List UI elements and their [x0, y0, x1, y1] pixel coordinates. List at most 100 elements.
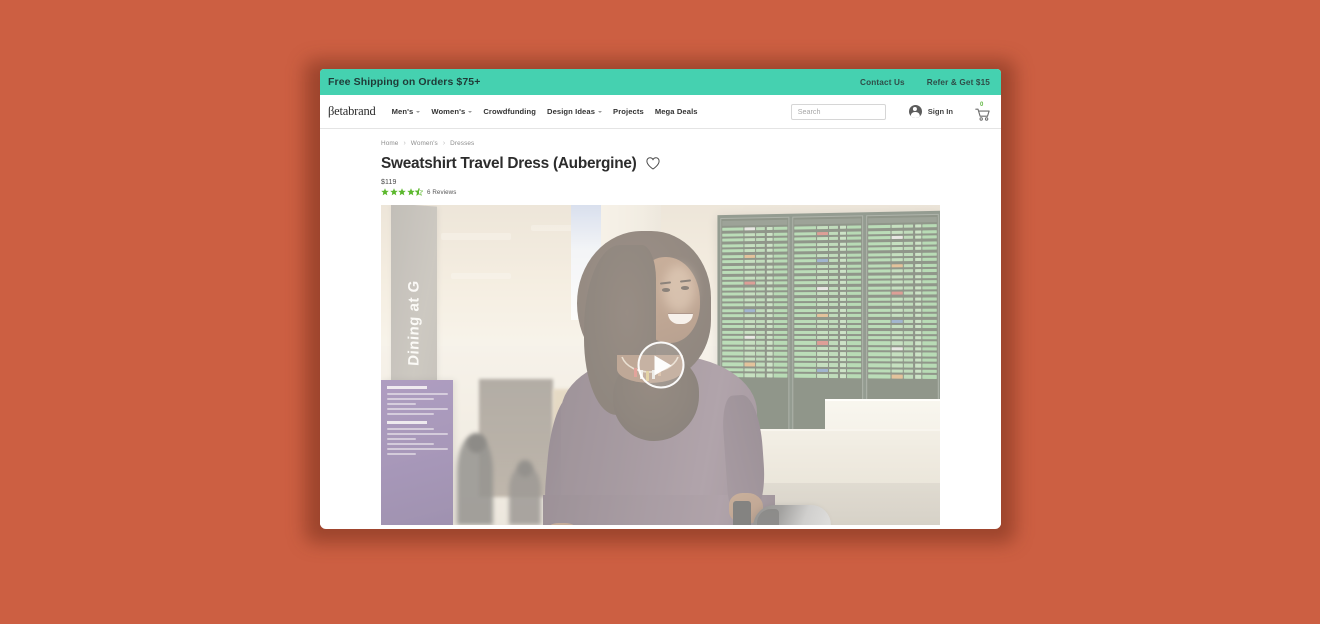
- shopping-cart-button[interactable]: 0: [975, 102, 991, 121]
- departure-board-cell: [891, 319, 903, 324]
- star-rating[interactable]: [381, 188, 423, 197]
- main-navigation: βetabrand Men's Women's Crowdfunding Des…: [320, 95, 1001, 129]
- departure-board-cell: [722, 314, 744, 318]
- departure-board-cell: [914, 319, 922, 324]
- departure-board-cell: [773, 281, 788, 286]
- departure-board-row: [794, 363, 862, 368]
- departure-board-row: [722, 357, 788, 362]
- departure-board-cell: [766, 298, 773, 302]
- departure-board-row: [868, 263, 937, 268]
- departure-board-cell: [914, 252, 922, 257]
- departure-board-row: [794, 259, 862, 264]
- departure-board-row: [794, 358, 862, 363]
- departure-board-cell: [922, 330, 937, 335]
- departure-board-cell: [891, 369, 903, 374]
- play-video-button[interactable]: [637, 341, 684, 389]
- departure-board-cell: [817, 232, 829, 236]
- sign-in-link[interactable]: Sign In: [928, 107, 953, 116]
- departure-board-cell: [744, 325, 756, 329]
- departure-board-cell: [794, 363, 816, 367]
- departure-board-cell: [744, 309, 756, 313]
- refer-and-get-link[interactable]: Refer & Get $15: [927, 78, 990, 87]
- departure-board-row: [722, 314, 788, 318]
- reviews-count-link[interactable]: 6 Reviews: [427, 189, 456, 196]
- nav-item-projects[interactable]: Projects: [613, 107, 644, 116]
- departure-board-cell: [839, 325, 846, 329]
- breadcrumb-item-womens[interactable]: Women's: [411, 140, 438, 147]
- departure-board-cell: [744, 265, 756, 270]
- nav-item-crowdfunding[interactable]: Crowdfunding: [483, 107, 536, 116]
- departure-board-cell: [904, 280, 914, 285]
- departure-board-cell: [839, 341, 846, 346]
- search-input[interactable]: [790, 103, 886, 120]
- departure-board-row: [868, 353, 937, 358]
- departure-board-row: [868, 375, 937, 380]
- departure-board-cell: [829, 319, 839, 324]
- departure-board-cell: [756, 352, 766, 356]
- sign-text-bar: [387, 443, 434, 446]
- product-video-player[interactable]: Dining at G: [381, 205, 940, 526]
- departure-board-cell: [891, 225, 903, 229]
- departure-board-row: [794, 281, 862, 286]
- contact-us-link[interactable]: Contact Us: [860, 78, 905, 87]
- departure-board-cell: [794, 254, 816, 258]
- departure-board-cell: [744, 244, 756, 248]
- breadcrumb-item-dresses[interactable]: Dresses: [450, 140, 474, 147]
- departure-board-row: [868, 325, 937, 329]
- departure-board-cell: [868, 364, 891, 368]
- play-triangle-icon: [654, 355, 671, 376]
- departure-board-cell: [817, 243, 829, 247]
- departure-board-row: [868, 330, 937, 335]
- departure-board-cell: [744, 282, 756, 286]
- user-avatar-icon[interactable]: [908, 105, 922, 118]
- departure-board-cell: [722, 271, 744, 275]
- departure-board-cell: [891, 297, 903, 301]
- departure-board-cell: [891, 242, 903, 246]
- departure-board-cell: [794, 309, 816, 313]
- departure-board-cell: [817, 270, 829, 274]
- departure-board-row: [868, 314, 937, 318]
- departure-board-cell: [904, 297, 914, 301]
- departure-board-cell: [847, 341, 862, 346]
- departure-board-cell: [794, 319, 816, 324]
- departure-board-cell: [914, 241, 922, 246]
- departure-board-row: [868, 364, 937, 369]
- departure-board-cell: [794, 276, 816, 280]
- breadcrumb-item-home[interactable]: Home: [381, 140, 398, 147]
- departure-board-cell: [847, 297, 862, 302]
- departure-board-cell: [868, 225, 891, 230]
- departure-board-cell: [817, 330, 829, 335]
- heart-outline-icon[interactable]: [645, 157, 660, 170]
- departure-board-cell: [868, 319, 891, 324]
- departure-board-cell: [914, 275, 922, 279]
- departure-board-cell: [868, 275, 891, 279]
- departure-board-cell: [756, 265, 766, 269]
- departure-board-cell: [891, 280, 903, 285]
- departure-board-row: [794, 336, 862, 340]
- departure-board-cell: [868, 258, 891, 263]
- nav-item-design-ideas[interactable]: Design Ideas: [547, 107, 603, 116]
- departure-board-cell: [756, 303, 766, 307]
- nav-item-mega-deals[interactable]: Mega Deals: [655, 107, 698, 116]
- departure-board-cell: [839, 292, 846, 296]
- departure-board-cell: [756, 298, 766, 302]
- product-rating: 6 Reviews: [381, 188, 1001, 197]
- nav-item-mens[interactable]: Men's: [392, 107, 421, 116]
- departure-board-cell: [914, 364, 922, 368]
- departure-board-cell: [794, 265, 816, 269]
- departure-board-cell: [794, 314, 816, 318]
- departure-board-cell: [891, 230, 903, 235]
- departure-board-cell: [829, 226, 839, 230]
- departure-board-cell: [922, 297, 937, 301]
- departure-board-cell: [914, 225, 922, 229]
- departure-board-cell: [868, 236, 891, 241]
- betabrand-logo[interactable]: βetabrand: [328, 104, 376, 119]
- departure-board-cell: [766, 238, 773, 242]
- departure-board-cell: [817, 314, 829, 318]
- departure-board-cell: [756, 330, 766, 335]
- nav-item-womens[interactable]: Women's: [431, 107, 473, 116]
- departure-board-cell: [722, 282, 744, 286]
- departure-board-cell: [773, 363, 788, 367]
- departure-board-cell: [829, 275, 839, 280]
- departure-board-cell: [868, 286, 891, 290]
